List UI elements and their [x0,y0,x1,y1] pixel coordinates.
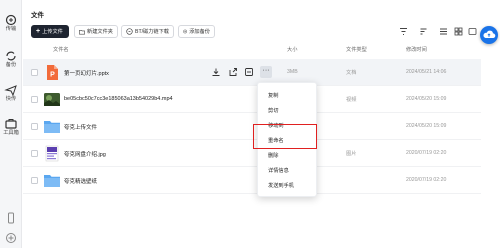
row-checkbox[interactable] [31,69,38,76]
file-name[interactable]: 夸克上传文件 [64,123,97,131]
sidebar-item-label: 快传 [5,96,17,102]
file-name[interactable]: 第一页幻灯片.pptx [64,69,109,77]
new-folder-button-label: 新建文件夹 [87,29,113,35]
file-type: 文档 [346,70,357,76]
folder-icon [44,121,60,133]
upload-button[interactable]: + 上传文件 [31,25,69,38]
sidebar-item-label: 工具箱 [3,130,19,136]
large-grid-icon[interactable] [468,27,477,36]
sidebar-item-quick-send[interactable]: 快传 [0,84,22,103]
file-date: 2024/05/20 15:09 [406,96,447,102]
table-row[interactable]: 夸克精选壁纸 2020/07/19 02:20 [23,167,481,194]
file-type: 视频 [346,97,357,103]
file-size: 3MB [287,69,298,75]
quick-send-icon [4,85,17,96]
more-options-button[interactable]: ··· [260,66,272,78]
file-date: 2020/07/19 02:20 [406,150,447,156]
list-view-icon[interactable] [439,27,448,36]
plus-icon: + [36,28,41,35]
table-row[interactable]: 夸克上传文件 2024/05/20 15:09 [23,113,481,140]
add-backup-button[interactable]: 添加备份 [178,25,215,38]
file-date: 2024/05/20 15:09 [406,123,447,129]
sort-icon[interactable] [419,27,428,36]
new-folder-button[interactable]: 新建文件夹 [74,25,118,38]
app-window: 传输 备份 快传 工具箱 文件 + 上传文件 新建文件夹 BT/磁力链下载 添加… [0,0,500,248]
menu-item-send-to-phone[interactable]: 发送到手机 [268,182,294,189]
table-row[interactable]: P 第一页幻灯片.pptx ··· 3MB 文档 2024/05/21 14:0… [23,59,481,86]
sidebar: 传输 备份 快传 工具箱 [0,0,22,248]
row-checkbox[interactable] [31,96,38,103]
menu-item-cut[interactable]: 剪切 [268,107,278,114]
file-name[interactable]: 夸克网盘介绍.jpg [64,150,106,158]
bt-download-button[interactable]: BT/磁力链下载 [121,25,174,38]
phone-icon[interactable] [5,212,17,224]
menu-item-delete[interactable]: 删除 [268,152,278,159]
row-checkbox[interactable] [31,123,38,130]
row-checkbox[interactable] [31,177,38,184]
sidebar-item-backup[interactable]: 备份 [0,50,22,69]
toolbox-icon [5,119,17,129]
save-to-icon[interactable] [244,67,254,77]
cloud-sync-button[interactable] [480,26,498,44]
page-title: 文件 [31,12,44,19]
share-icon[interactable] [228,67,238,77]
backup-icon [6,51,16,61]
column-name-header[interactable]: 文件名 [53,46,69,53]
menu-item-details[interactable]: 详情信息 [268,167,289,174]
bt-download-button-label: BT/磁力链下载 [134,29,169,35]
highlight-box [253,124,317,149]
table-row[interactable]: 夸克网盘介绍.jpg 图片 2020/07/19 02:20 [23,140,481,167]
svg-text:P: P [50,72,55,79]
table-row[interactable]: be05cbc50c7cc3e185063a13b54029b4.mp4 视频 … [23,86,481,113]
row-checkbox[interactable] [31,150,38,157]
table-header: 文件名 大小 文件类型 修改时间 [22,44,482,56]
grid-view-icon[interactable] [454,27,463,36]
magnet-link-icon [126,28,133,35]
backup-icon [183,29,188,34]
file-name[interactable]: 夸克精选壁纸 [64,177,97,185]
file-type: 图片 [346,151,357,157]
folder-icon [44,175,60,187]
transfer-icon [5,14,17,26]
sidebar-item-label: 备份 [5,62,17,68]
ppt-file-icon: P [47,65,58,80]
column-date-header[interactable]: 修改时间 [406,46,427,53]
cloud-upload-icon [483,30,496,38]
add-backup-button-label: 添加备份 [189,29,210,35]
file-date: 2020/07/19 02:20 [406,177,447,183]
folder-plus-icon [79,29,85,34]
file-date: 2024/05/21 14:06 [406,69,447,75]
sidebar-item-toolbox[interactable]: 工具箱 [0,118,22,137]
add-circle-icon[interactable] [5,232,17,244]
download-icon[interactable] [211,67,221,77]
filter-icon[interactable] [399,27,408,36]
sidebar-item-transfer[interactable]: 传输 [0,14,22,33]
column-type-header[interactable]: 文件类型 [346,46,367,53]
menu-item-copy[interactable]: 复制 [268,92,278,99]
upload-button-label: 上传文件 [42,29,63,35]
image-thumbnail [45,145,59,162]
video-thumbnail [44,93,60,106]
column-size-header[interactable]: 大小 [287,46,297,53]
file-name[interactable]: be05cbc50c7cc3e185063a13b54029b4.mp4 [64,96,173,102]
sidebar-item-label: 传输 [5,26,17,32]
